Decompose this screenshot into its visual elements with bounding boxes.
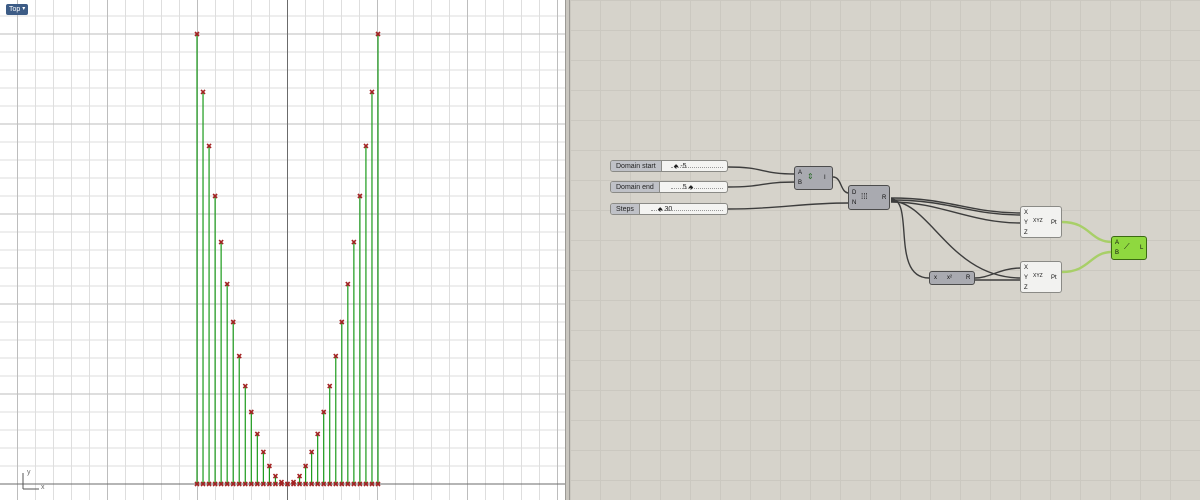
wire-layer: [727, 166, 1113, 281]
wire-domain-to-range: [832, 176, 850, 194]
steps-slider[interactable]: Steps ◆ 30: [610, 203, 728, 215]
domain-end-label: Domain end: [611, 182, 660, 192]
port-b[interactable]: B: [1115, 250, 1119, 257]
slider-track[interactable]: [651, 210, 723, 211]
slider-grip-icon[interactable]: ◆: [658, 206, 663, 213]
axis-y-label: y: [27, 469, 31, 476]
viewport-menu-caret-icon[interactable]: ▾: [22, 4, 25, 15]
rhino-top-viewport[interactable]: Top ▾ y x: [0, 0, 565, 500]
port-z[interactable]: Z: [1024, 285, 1028, 292]
port-l[interactable]: L: [1140, 245, 1143, 252]
domain-start-slider[interactable]: Domain start ◆ -5: [610, 160, 728, 172]
port-r[interactable]: R: [882, 195, 886, 202]
port-pt[interactable]: Pt: [1051, 220, 1057, 227]
wire-end-to-domain: [727, 181, 797, 188]
wire-steps-to-range: [727, 202, 850, 210]
viewport-name: Top: [9, 6, 21, 13]
port-pt[interactable]: Pt: [1051, 275, 1057, 282]
viewport-canvas[interactable]: [0, 0, 565, 500]
domain-end-value: 5: [682, 183, 687, 191]
point-xyz-icon: XYZ: [1033, 273, 1043, 279]
slider-track[interactable]: [671, 167, 723, 168]
construct-point-component-1[interactable]: X Y Z XYZ Pt: [1020, 206, 1062, 238]
domain-end-value-wrap[interactable]: 5 ◆: [683, 184, 694, 191]
construct-point-component-2[interactable]: X Y Z XYZ Pt: [1020, 261, 1062, 293]
port-x[interactable]: x: [934, 275, 937, 282]
range-icon: ⁞⁞⁞: [861, 192, 868, 201]
port-x[interactable]: X: [1024, 265, 1028, 272]
line-icon: ⟋: [1124, 242, 1130, 251]
construct-domain-component[interactable]: A B ⇕ I: [794, 166, 833, 190]
point-xyz-icon: XYZ: [1033, 218, 1043, 224]
wire-start-to-domain: [727, 166, 797, 175]
port-r[interactable]: R: [966, 275, 970, 282]
domain-icon: ⇕: [807, 172, 814, 181]
square-label: x²: [947, 275, 952, 281]
domain-start-value: -5: [680, 162, 687, 170]
slider-track[interactable]: [671, 188, 723, 189]
domain-end-slider[interactable]: Domain end 5 ◆: [610, 181, 728, 193]
wire-range-to-square: [890, 198, 930, 279]
port-x[interactable]: X: [1024, 210, 1028, 217]
port-n[interactable]: N: [852, 200, 856, 207]
wire-pt2-to-line-b: [1061, 250, 1113, 274]
slider-grip-icon[interactable]: ◆: [674, 163, 679, 170]
port-b[interactable]: B: [798, 180, 802, 187]
port-d[interactable]: D: [852, 190, 856, 197]
port-y[interactable]: Y: [1024, 220, 1028, 227]
grasshopper-canvas[interactable]: Domain start ◆ -5 Domain end 5 ◆ Steps ◆…: [570, 0, 1200, 500]
steps-label: Steps: [611, 204, 640, 214]
port-a[interactable]: A: [1115, 240, 1119, 247]
port-i[interactable]: I: [824, 175, 826, 182]
port-y[interactable]: Y: [1024, 275, 1028, 282]
port-a[interactable]: A: [798, 170, 802, 177]
steps-value-wrap[interactable]: ◆ 30: [658, 206, 672, 213]
axis-x-label: x: [41, 484, 45, 491]
port-z[interactable]: Z: [1024, 230, 1028, 237]
steps-value: 30: [664, 205, 673, 213]
viewport-tab[interactable]: Top ▾: [6, 4, 29, 15]
line-component[interactable]: A B ⟋ L: [1111, 236, 1147, 260]
domain-start-value-wrap[interactable]: ◆ -5: [674, 163, 687, 170]
slider-grip-icon[interactable]: ◆: [689, 184, 694, 191]
domain-start-label: Domain start: [611, 161, 662, 171]
wire-pt1-to-line-a: [1061, 220, 1113, 244]
square-component[interactable]: x x² R: [929, 271, 975, 285]
range-component[interactable]: D N ⁞⁞⁞ R: [848, 185, 890, 210]
